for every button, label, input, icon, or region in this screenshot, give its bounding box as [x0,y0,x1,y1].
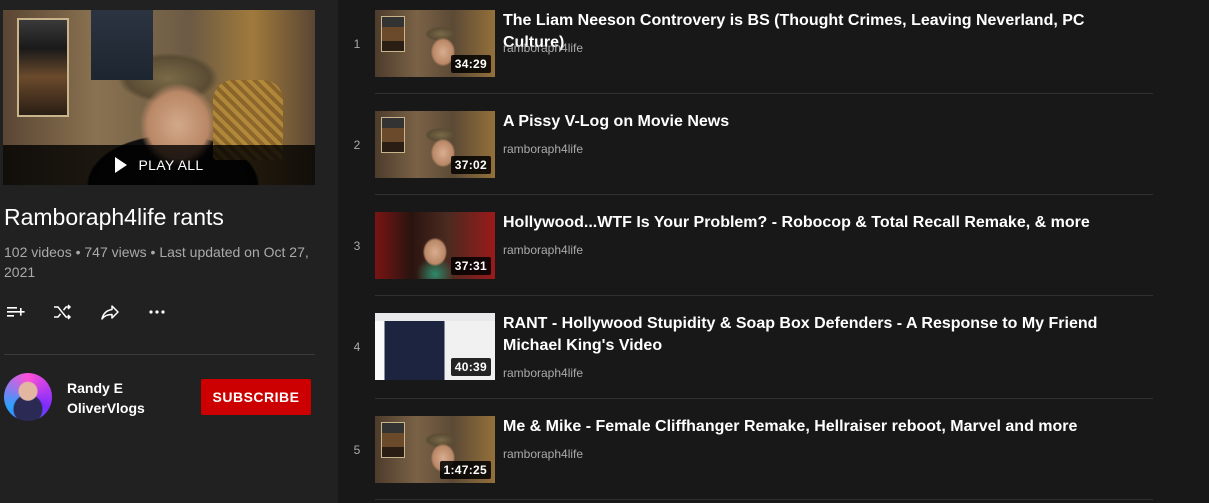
video-thumbnail[interactable]: 40:39 [375,313,495,380]
playlist-stats: 102 videos • 747 views • Last updated on… [4,244,309,280]
divider [4,354,315,355]
poster-image [17,18,69,117]
shuffle-icon[interactable] [51,300,75,324]
poster-image [381,422,405,458]
list-item[interactable]: 2 37:02 A Pissy V-Log on Movie News ramb… [340,111,1155,197]
poster-image [91,10,153,80]
playlist-add-icon[interactable] [4,300,28,324]
video-index: 2 [353,138,361,152]
video-title[interactable]: Me & Mike - Female Cliffhanger Remake, H… [503,416,1143,438]
divider [375,93,1153,94]
video-channel[interactable]: ramboraph4life [503,142,583,156]
playlist-hero-thumbnail[interactable]: PLAY ALL [3,10,315,185]
poster-image [381,16,405,52]
video-index: 3 [353,239,361,253]
duration-badge: 37:02 [450,156,491,174]
video-title[interactable]: RANT - Hollywood Stupidity & Soap Box De… [503,313,1143,357]
video-index: 4 [353,340,361,354]
video-channel[interactable]: ramboraph4life [503,447,583,461]
share-icon[interactable] [98,300,122,324]
video-thumbnail[interactable]: 34:29 [375,10,495,77]
subscribe-button[interactable]: SUBSCRIBE [201,379,311,415]
list-item[interactable]: 5 1:47:25 Me & Mike - Female Cliffhanger… [340,416,1155,502]
video-title[interactable]: A Pissy V-Log on Movie News [503,111,1143,133]
list-item[interactable]: 3 37:31 Hollywood...WTF Is Your Problem?… [340,212,1155,298]
video-index: 1 [353,37,361,51]
video-thumbnail[interactable]: 1:47:25 [375,416,495,483]
divider [375,194,1153,195]
video-thumbnail[interactable]: 37:02 [375,111,495,178]
video-channel[interactable]: ramboraph4life [503,41,583,55]
playlist-title: Ramboraph4life rants [4,204,224,230]
play-all-label: PLAY ALL [138,157,204,173]
video-thumbnail[interactable]: 37:31 [375,212,495,279]
duration-badge: 40:39 [450,358,491,376]
list-item[interactable]: 4 40:39 RANT - Hollywood Stupidity & Soa… [340,313,1155,399]
play-all-button[interactable]: PLAY ALL [3,145,315,185]
divider [375,499,1153,500]
poster-image [381,117,405,153]
channel-avatar[interactable] [4,373,52,421]
more-horizontal-icon[interactable] [145,300,169,324]
video-index: 5 [353,443,361,457]
video-title[interactable]: The Liam Neeson Controvery is BS (Though… [503,10,1143,54]
playlist-sidebar: PLAY ALL Ramboraph4life rants 102 videos… [0,0,338,503]
video-channel[interactable]: ramboraph4life [503,243,583,257]
duration-badge: 1:47:25 [439,461,491,479]
duration-badge: 37:31 [450,257,491,275]
duration-badge: 34:29 [450,55,491,73]
divider [375,295,1153,296]
video-title[interactable]: Hollywood...WTF Is Your Problem? - Roboc… [503,212,1143,234]
channel-name[interactable]: Randy E OliverVlogs [67,378,177,418]
video-channel[interactable]: ramboraph4life [503,366,583,380]
list-item[interactable]: 1 34:29 The Liam Neeson Controvery is BS… [340,10,1155,96]
play-icon [114,157,127,173]
divider [375,398,1153,399]
playlist-actions [4,300,169,324]
